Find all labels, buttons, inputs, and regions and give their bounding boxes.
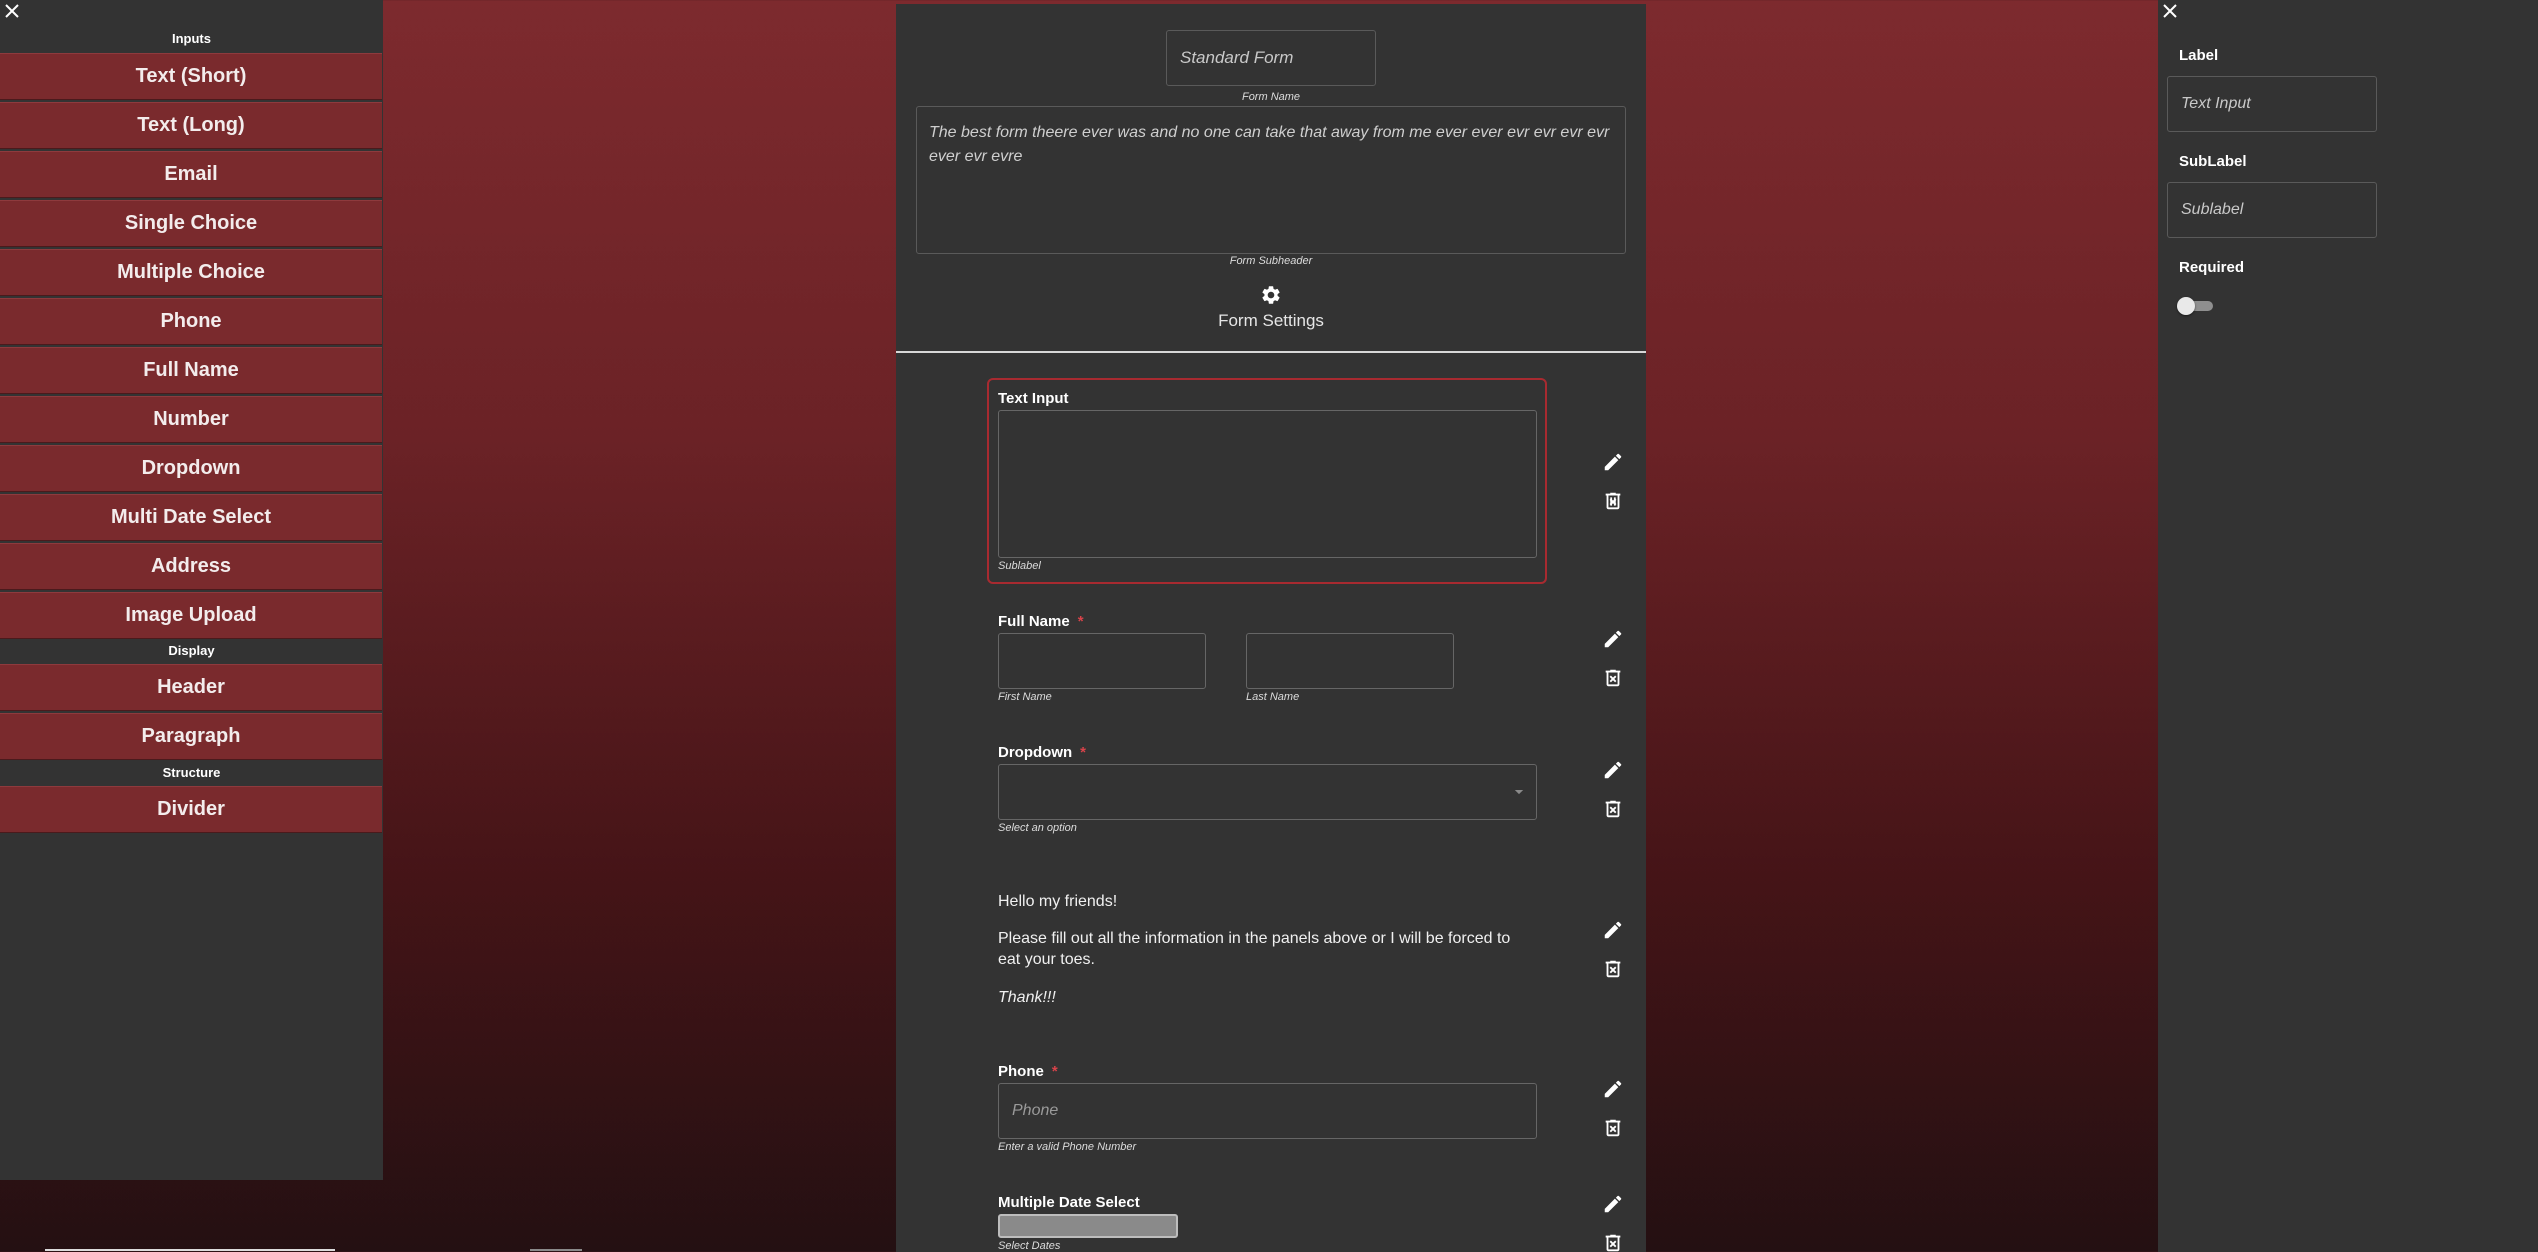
palette-divider-button[interactable]: Divider [0,786,382,833]
delete-text-input-trash-icon[interactable] [1602,490,1624,512]
paragraph-line-2: Please fill out all the information in t… [998,930,1511,968]
text-input-field[interactable] [998,410,1537,558]
form-name-caption: Form Name [1241,91,1301,103]
required-asterisk: * [1051,1063,1058,1080]
text-input-sublabel: Sublabel [998,560,1041,572]
first-name-input[interactable] [998,633,1206,689]
horizontal-scrollbar-thumb[interactable] [530,1249,582,1251]
form-subheader-caption: Form Subheader [1229,255,1313,267]
section-title-structure: Structure [162,765,221,780]
edit-dropdown-pencil-icon[interactable] [1602,759,1624,781]
palette-image-upload-button[interactable]: Image Upload [0,592,382,639]
form-canvas: Standard Form Form Name The best form th… [896,4,1646,1252]
label-property-input[interactable]: Text Input [2167,76,2377,132]
palette-phone-button[interactable]: Phone [0,298,382,345]
required-toggle[interactable] [2177,297,2213,315]
dropdown-caption: Select an option [998,822,1077,834]
dropdown-select[interactable] [998,764,1537,820]
required-property-title: Required [2179,259,2245,276]
form-subheader-input[interactable]: The best form theere ever was and no one… [916,106,1626,254]
chevron-down-icon [1514,790,1524,795]
delete-dropdown-trash-icon[interactable] [1602,798,1624,820]
palette-text-short-button[interactable]: Text (Short) [0,53,382,100]
select-dates-button[interactable] [998,1214,1178,1238]
required-asterisk: * [1080,744,1086,761]
form-settings-button[interactable]: Form Settings [896,284,1646,331]
first-name-caption: First Name [998,691,1052,703]
section-title-display: Display [168,643,215,658]
palette-address-button[interactable]: Address [0,543,382,590]
palette-header-button[interactable]: Header [0,664,382,711]
palette-number-button[interactable]: Number [0,396,382,443]
delete-paragraph-trash-icon[interactable] [1602,958,1624,980]
last-name-input[interactable] [1246,633,1454,689]
palette-multi-date-select-button[interactable]: Multi Date Select [0,494,382,541]
edit-multi-date-pencil-icon[interactable] [1602,1193,1624,1215]
edit-phone-pencil-icon[interactable] [1602,1078,1624,1100]
dropdown-label: Dropdown * [998,744,1086,761]
palette-multiple-choice-button[interactable]: Multiple Choice [0,249,382,296]
gear-icon [1262,286,1280,304]
section-title-inputs: Inputs [172,31,211,46]
delete-full-name-trash-icon[interactable] [1602,667,1624,689]
edit-full-name-pencil-icon[interactable] [1602,628,1624,650]
delete-phone-trash-icon[interactable] [1602,1117,1624,1139]
palette-email-button[interactable]: Email [0,151,382,198]
palette-single-choice-button[interactable]: Single Choice [0,200,382,247]
delete-multi-date-trash-icon[interactable] [1602,1232,1624,1252]
toggle-knob [2177,297,2195,315]
paragraph-line-3: Thank!!! [998,989,1056,1006]
phone-input[interactable]: Phone [998,1083,1537,1139]
multi-date-label: Multiple Date Select [998,1194,1140,1211]
edit-paragraph-pencil-icon[interactable] [1602,919,1624,941]
label-property-title: Label [2179,47,2219,64]
required-asterisk: * [1077,613,1084,630]
form-name-input[interactable]: Standard Form [1166,30,1376,86]
paragraph-line-1: Hello my friends! [998,893,1118,910]
sublabel-property-input[interactable]: Sublabel [2167,182,2377,238]
palette-dropdown-button[interactable]: Dropdown [0,445,382,492]
multi-date-caption: Select Dates [998,1240,1061,1252]
properties-panel: Label Text Input SubLabel Sublabel Requi… [2158,0,2538,1252]
full-name-label: Full Name * [998,613,1084,630]
palette-text-long-button[interactable]: Text (Long) [0,102,382,149]
phone-caption: Enter a valid Phone Number [998,1141,1137,1153]
sublabel-property-title: SubLabel [2179,153,2247,170]
form-settings-label: Form Settings [1218,311,1324,330]
horizontal-scrollbar[interactable] [45,1249,335,1251]
text-input-label: Text Input [998,390,1069,407]
edit-text-input-pencil-icon[interactable] [1602,451,1624,473]
palette-paragraph-button[interactable]: Paragraph [0,713,382,760]
palette-full-name-button[interactable]: Full Name [0,347,382,394]
close-palette-icon[interactable] [2,1,22,21]
field-palette: Inputs Text (Short) Text (Long) Email Si… [0,0,383,1180]
last-name-caption: Last Name [1246,691,1300,703]
phone-label: Phone * [998,1063,1058,1080]
form-header-divider [896,351,1646,353]
close-properties-icon[interactable] [2160,1,2180,21]
